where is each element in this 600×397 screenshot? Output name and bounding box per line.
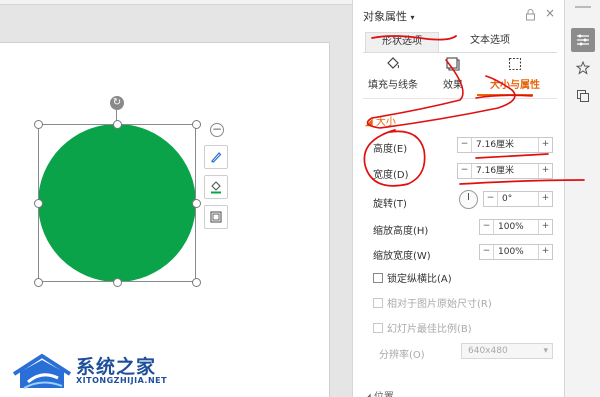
frame-icon bbox=[210, 211, 222, 223]
subtab-size-properties[interactable]: 大小与属性 bbox=[485, 56, 545, 91]
relative-original-size-checkbox[interactable]: 相对于图片原始尺寸(R) bbox=[373, 295, 492, 310]
height-value[interactable]: 7.16厘米 bbox=[476, 139, 514, 152]
width-decrement-button[interactable]: − bbox=[458, 164, 472, 178]
subtab-fill-line[interactable]: 填充与线条 bbox=[363, 56, 423, 91]
toolbar-grip bbox=[575, 6, 591, 8]
rotation-dial[interactable] bbox=[459, 190, 478, 209]
rotation-spinner[interactable]: − 0° + bbox=[483, 191, 553, 207]
tabs-divider bbox=[363, 52, 557, 53]
subtabs-divider bbox=[363, 98, 557, 99]
slide-switch-button[interactable] bbox=[571, 84, 595, 108]
scale-height-value[interactable]: 100% bbox=[498, 221, 524, 234]
properties-toggle-button[interactable] bbox=[571, 28, 595, 52]
subtab-effects-label: 效果 bbox=[443, 80, 463, 91]
option-tabs: 形状选项 文本选项 bbox=[365, 32, 557, 52]
checkbox-box[interactable] bbox=[373, 273, 383, 283]
panel-title-caret-icon: ▾ bbox=[410, 13, 415, 22]
rotation-value[interactable]: 0° bbox=[502, 193, 512, 206]
watermark-subtitle: XITONGZHIJIA.NET bbox=[76, 376, 168, 385]
resize-handle-right[interactable] bbox=[192, 199, 201, 208]
outline-pen-button[interactable] bbox=[204, 145, 228, 169]
pen-icon bbox=[211, 152, 222, 163]
scale-width-decrement-button[interactable]: − bbox=[480, 245, 494, 259]
height-increment-button[interactable]: + bbox=[538, 138, 552, 152]
scale-width-label: 缩放宽度(W) bbox=[373, 251, 431, 262]
canvas-top-strip bbox=[0, 0, 352, 5]
watermark-house-logo bbox=[12, 353, 72, 389]
object-properties-panel: 对象属性 ▾ × 形状选项 文本选项 填充与线条 效果 大小与属性 ◢ 大小 高… bbox=[352, 0, 564, 397]
scale-width-spinner[interactable]: − 100% + bbox=[479, 244, 553, 260]
subtab-fill-line-label: 填充与线条 bbox=[368, 80, 418, 91]
height-label: 高度(E) bbox=[373, 144, 408, 155]
lock-aspect-ratio-checkbox[interactable]: 锁定纵横比(A) bbox=[373, 270, 452, 285]
effects-icon bbox=[446, 57, 460, 71]
panel-title-text: 对象属性 bbox=[363, 10, 407, 23]
height-spinner[interactable]: − 7.16厘米 + bbox=[457, 137, 553, 153]
slide-best-scale-label: 幻灯片最佳比例(B) bbox=[387, 324, 472, 335]
scale-width-increment-button[interactable]: + bbox=[538, 245, 552, 259]
size-frame-icon bbox=[508, 57, 522, 71]
tab-shape-options[interactable]: 形状选项 bbox=[365, 32, 439, 52]
animation-button[interactable] bbox=[571, 56, 595, 80]
lock-icon[interactable] bbox=[525, 9, 536, 24]
width-spinner[interactable]: − 7.16厘米 + bbox=[457, 163, 553, 179]
width-label: 宽度(D) bbox=[373, 170, 409, 181]
frame-button[interactable] bbox=[204, 205, 228, 229]
relative-original-size-label: 相对于图片原始尺寸(R) bbox=[387, 299, 492, 310]
sliders-icon bbox=[577, 34, 589, 46]
rotation-increment-button[interactable]: + bbox=[538, 192, 552, 206]
size-section-title[interactable]: ◢ 大小 bbox=[365, 113, 396, 128]
fill-button[interactable] bbox=[204, 175, 228, 199]
width-increment-button[interactable]: + bbox=[538, 164, 552, 178]
resize-handle-bottom[interactable] bbox=[113, 278, 122, 287]
right-side-toolbar bbox=[564, 0, 600, 397]
scale-height-increment-button[interactable]: + bbox=[538, 220, 552, 234]
height-decrement-button[interactable]: − bbox=[458, 138, 472, 152]
collapse-toolbar-button[interactable]: − bbox=[210, 123, 224, 137]
resize-handle-top-right[interactable] bbox=[192, 120, 201, 129]
scale-width-value[interactable]: 100% bbox=[498, 246, 524, 259]
position-section-title[interactable]: ◢ 位置 bbox=[363, 388, 394, 397]
resize-handle-bottom-left[interactable] bbox=[34, 278, 43, 287]
copy-icon bbox=[577, 90, 589, 102]
resolution-select[interactable]: 640x480 ▾ bbox=[461, 343, 553, 359]
subtab-size-properties-label: 大小与属性 bbox=[490, 80, 540, 91]
active-subtab-underline bbox=[477, 94, 533, 96]
scale-height-decrement-button[interactable]: − bbox=[480, 220, 494, 234]
panel-title[interactable]: 对象属性 ▾ bbox=[363, 8, 415, 24]
floating-toolbar: − bbox=[204, 123, 230, 235]
checkbox-box[interactable] bbox=[373, 323, 383, 333]
lock-aspect-ratio-label: 锁定纵横比(A) bbox=[387, 274, 452, 285]
scale-height-label: 缩放高度(H) bbox=[373, 226, 429, 237]
rotation-decrement-button[interactable]: − bbox=[484, 192, 498, 206]
subtab-effects[interactable]: 效果 bbox=[423, 56, 483, 91]
rotation-label: 旋转(T) bbox=[373, 199, 407, 210]
resize-handle-top-left[interactable] bbox=[34, 120, 43, 129]
resolution-label: 分辨率(O) bbox=[379, 350, 425, 361]
close-icon[interactable]: × bbox=[545, 6, 555, 20]
selection-box bbox=[38, 124, 196, 282]
resize-handle-top[interactable] bbox=[113, 120, 122, 129]
rotate-handle-icon[interactable]: ↻ bbox=[110, 96, 124, 110]
watermark: 系统之家 XITONGZHIJIA.NET bbox=[12, 350, 182, 392]
scale-height-spinner[interactable]: − 100% + bbox=[479, 219, 553, 235]
chevron-down-icon: ▾ bbox=[543, 346, 548, 356]
resize-handle-bottom-right[interactable] bbox=[192, 278, 201, 287]
fill-bucket-icon bbox=[211, 181, 221, 194]
resolution-value: 640x480 bbox=[468, 346, 508, 356]
fill-bucket-icon bbox=[387, 57, 399, 69]
checkbox-box[interactable] bbox=[373, 298, 383, 308]
resize-handle-left[interactable] bbox=[34, 199, 43, 208]
width-value[interactable]: 7.16厘米 bbox=[476, 165, 514, 178]
slide-best-scale-checkbox[interactable]: 幻灯片最佳比例(B) bbox=[373, 320, 472, 335]
star-icon bbox=[576, 61, 590, 75]
tab-text-options[interactable]: 文本选项 bbox=[455, 32, 525, 52]
property-subtabs: 填充与线条 效果 大小与属性 bbox=[363, 56, 559, 98]
watermark-title: 系统之家 bbox=[76, 356, 157, 378]
